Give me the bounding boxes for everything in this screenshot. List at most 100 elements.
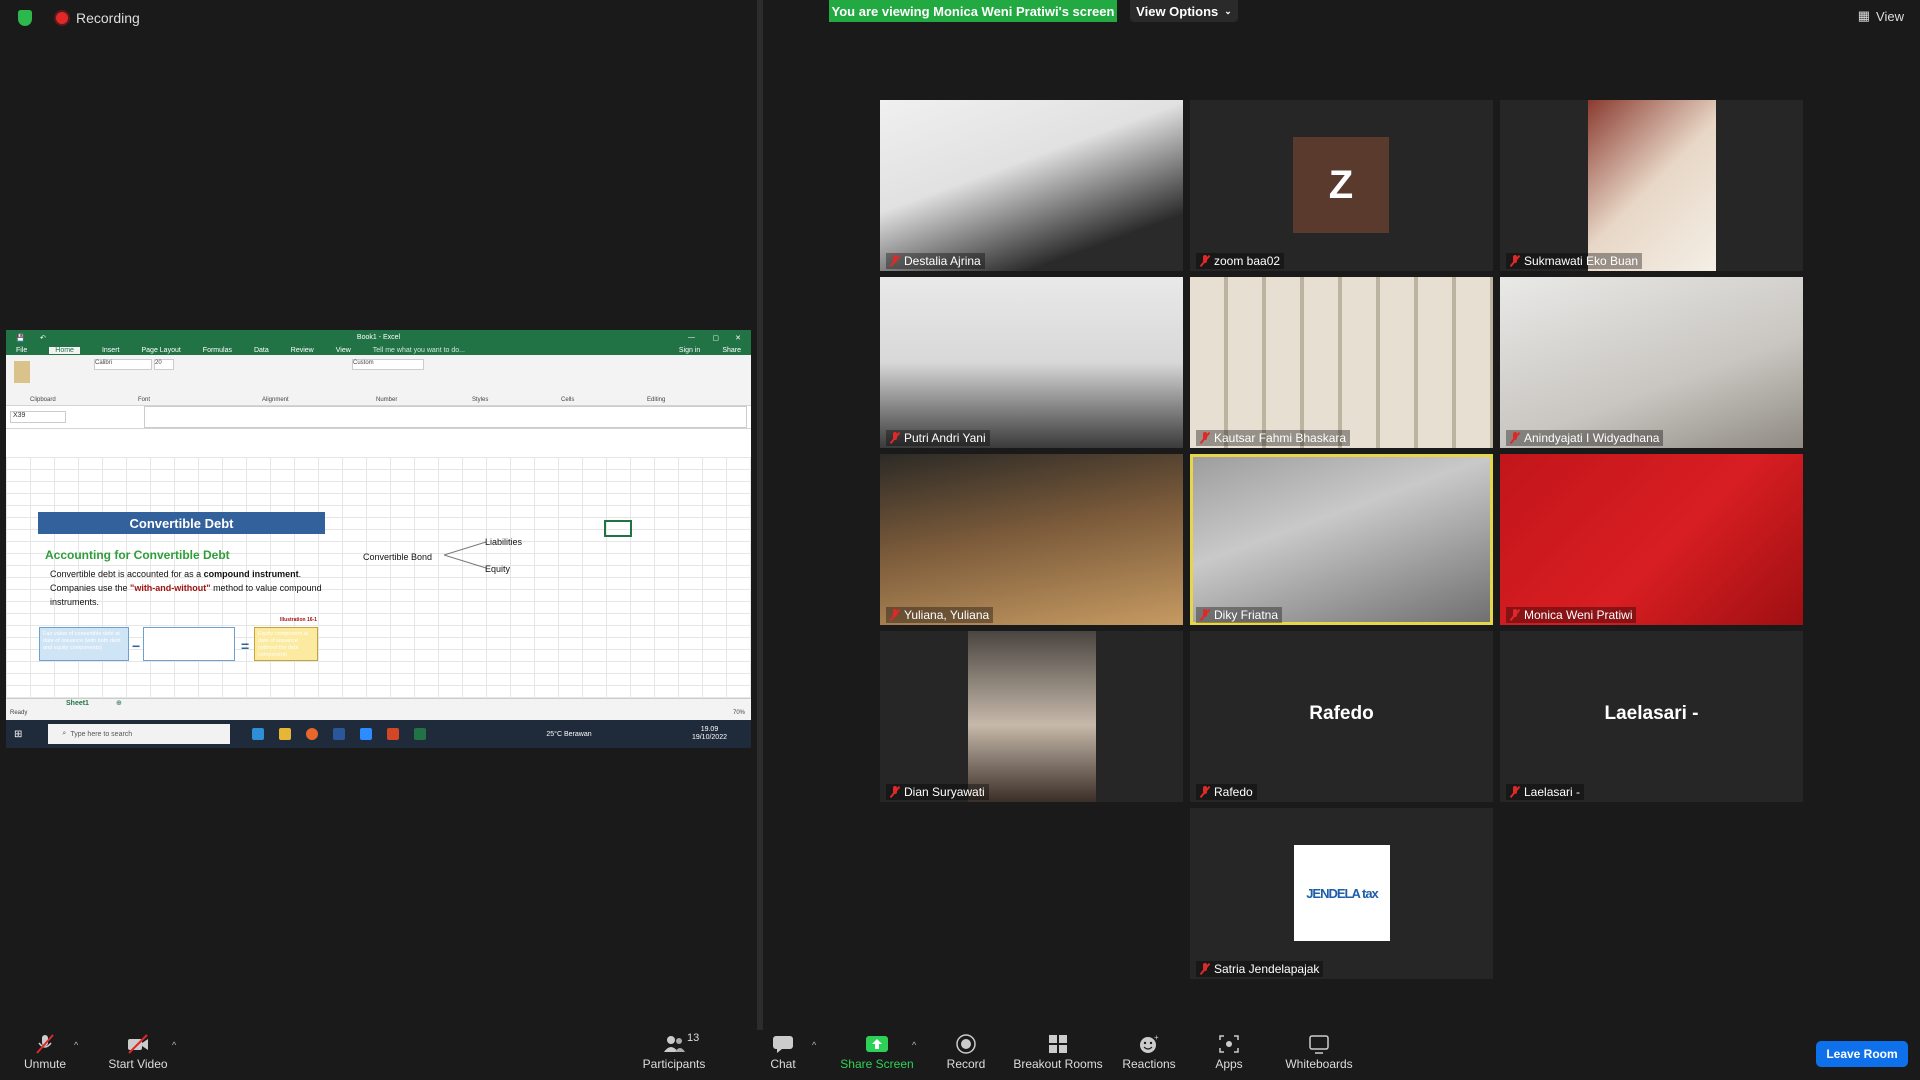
add-sheet-icon[interactable]: ⊕ <box>116 699 122 707</box>
chevron-down-icon: ⌄ <box>1224 5 1232 16</box>
sheet-tab-sheet1[interactable]: Sheet1 <box>66 700 89 707</box>
tab-view[interactable]: View <box>336 347 351 354</box>
mic-muted-icon <box>1200 786 1210 798</box>
participant-name: zoom baa02 <box>1214 254 1281 268</box>
video-tile[interactable]: Yuliana, Yuliana <box>880 454 1183 625</box>
diagram-branch-liabilities: Liabilities <box>485 537 523 547</box>
video-tile[interactable]: JENDELA tax Satria Jendelapajak <box>1190 808 1493 979</box>
save-icon[interactable]: 💾 <box>16 334 25 342</box>
video-tile[interactable]: Z zoom baa02 <box>1190 100 1493 271</box>
maximize-icon[interactable]: ▢ <box>712 334 719 342</box>
tab-home[interactable]: Home <box>49 346 80 354</box>
tab-formulas[interactable]: Formulas <box>203 347 232 354</box>
participants-button[interactable]: 13 Participants <box>626 1032 722 1071</box>
chat-button[interactable]: Chat <box>735 1034 831 1071</box>
breakout-rooms-label: Breakout Rooms <box>1013 1057 1103 1071</box>
share-screen-button[interactable]: Share Screen <box>829 1034 925 1071</box>
video-tile[interactable]: Sukmawati Eko Buan <box>1500 100 1803 271</box>
view-options-label: View Options <box>1136 3 1219 19</box>
mic-muted-icon <box>1510 432 1520 444</box>
video-tile[interactable]: Putri Andri Yani <box>880 277 1183 448</box>
close-icon[interactable]: ✕ <box>735 334 741 342</box>
selected-cell[interactable] <box>604 520 632 537</box>
video-tile[interactable]: Monica Weni Pratiwi <box>1500 454 1803 625</box>
view-button[interactable]: ▦ View <box>1858 8 1904 24</box>
breakout-rooms-icon <box>1047 1034 1069 1054</box>
view-label: View <box>1876 8 1904 24</box>
video-tile[interactable]: Destalia Ajrina <box>880 100 1183 271</box>
firefox-icon[interactable] <box>306 728 319 740</box>
svg-text:+: + <box>1154 1034 1159 1042</box>
video-tile[interactable]: Rafedo Rafedo <box>1190 631 1493 802</box>
font-size-box[interactable]: 20 <box>154 359 174 370</box>
audio-options-caret[interactable]: ^ <box>74 1040 78 1050</box>
tab-page-layout[interactable]: Page Layout <box>141 347 180 354</box>
whiteboards-button[interactable]: Whiteboards <box>1271 1034 1367 1071</box>
excel-ribbon: Calibri 20 Custom Clipboard Font Alignme… <box>6 355 751 406</box>
box-convertible-debt: Fair value of convertible debt at date o… <box>39 627 129 661</box>
tab-data[interactable]: Data <box>254 347 269 354</box>
diagram-root: Convertible Bond <box>363 552 433 562</box>
tile-name: Sukmawati Eko Buan <box>1506 253 1643 269</box>
share-button[interactable]: Share <box>722 347 741 354</box>
recording-indicator[interactable]: Recording <box>18 10 140 26</box>
avatar: Z <box>1293 137 1389 233</box>
record-button[interactable]: Record <box>918 1034 1014 1071</box>
participant-name: Diky Friatna <box>1214 608 1279 622</box>
participant-name: Destalia Ajrina <box>904 254 981 268</box>
edge-icon[interactable] <box>252 728 265 740</box>
security-shield-icon[interactable] <box>18 10 32 26</box>
tile-name: Kautsar Fahmi Bhaskara <box>1196 430 1351 446</box>
diagram-branch-lines <box>444 541 487 569</box>
leave-room-button[interactable]: Leave Room <box>1816 1041 1908 1067</box>
taskbar-search-label: Type here to search <box>70 730 133 738</box>
sign-in-link[interactable]: Sign in <box>679 347 700 354</box>
video-options-caret[interactable]: ^ <box>172 1040 176 1050</box>
mic-muted-icon <box>890 255 900 267</box>
group-editing: Editing <box>647 397 666 403</box>
unmute-button[interactable]: Unmute <box>0 1034 93 1071</box>
breakout-rooms-button[interactable]: Breakout Rooms <box>1010 1034 1106 1071</box>
undo-icon[interactable]: ↶ <box>40 334 46 342</box>
formula-bar: X39 <box>6 406 751 429</box>
share-screen-icon <box>866 1034 888 1054</box>
zoom-level: 70% <box>732 710 745 716</box>
video-tile[interactable]: Kautsar Fahmi Bhaskara <box>1190 277 1493 448</box>
tab-insert[interactable]: Insert <box>102 347 120 354</box>
paste-button[interactable] <box>14 361 30 383</box>
font-name-box[interactable]: Calibri <box>94 359 152 370</box>
video-tile[interactable]: Dian Suryawati <box>880 631 1183 802</box>
number-format-box[interactable]: Custom <box>352 359 424 370</box>
mic-muted-icon <box>1200 609 1210 621</box>
minimize-icon[interactable]: — <box>688 334 695 341</box>
record-label: Record <box>946 1057 986 1071</box>
zoom-icon[interactable] <box>360 728 373 740</box>
tab-review[interactable]: Review <box>291 347 314 354</box>
tell-me-box[interactable]: Tell me what you want to do... <box>373 347 465 354</box>
split-divider[interactable] <box>757 0 763 1030</box>
shared-screen[interactable]: 💾 ↶ Book1 - Excel — ▢ ✕ File Home Insert… <box>6 330 751 748</box>
apps-button[interactable]: Apps <box>1181 1034 1277 1071</box>
word-icon[interactable] <box>333 728 346 740</box>
windows-start-icon[interactable]: ⊞ <box>14 729 22 740</box>
mic-muted-icon <box>1200 963 1210 975</box>
video-tile-active-speaker[interactable]: Diky Friatna <box>1190 454 1493 625</box>
taskbar-search[interactable]: ⌕ Type here to search <box>48 724 231 744</box>
name-box[interactable]: X39 <box>10 411 66 423</box>
excel-icon[interactable] <box>414 728 427 740</box>
tab-file[interactable]: File <box>16 347 27 354</box>
video-tile[interactable]: Laelasari - Laelasari - <box>1500 631 1803 802</box>
video-tile[interactable]: Anindyajati I Widyadhana <box>1500 277 1803 448</box>
participant-name: Anindyajati I Widyadhana <box>1524 431 1660 445</box>
viewing-banner: You are viewing Monica Weni Pratiwi's sc… <box>829 0 1117 22</box>
formula-input[interactable] <box>144 406 747 428</box>
view-options-button[interactable]: View Options ⌄ <box>1130 0 1238 22</box>
powerpoint-icon[interactable] <box>387 728 400 740</box>
chat-options-caret[interactable]: ^ <box>812 1040 816 1050</box>
share-options-caret[interactable]: ^ <box>912 1040 916 1050</box>
file-explorer-icon[interactable] <box>279 728 292 740</box>
record-dot-icon <box>56 12 68 24</box>
participant-name: Monica Weni Pratiwi <box>1524 608 1633 622</box>
mic-muted-icon <box>890 786 900 798</box>
excel-window-title: Book1 - Excel <box>356 334 401 341</box>
